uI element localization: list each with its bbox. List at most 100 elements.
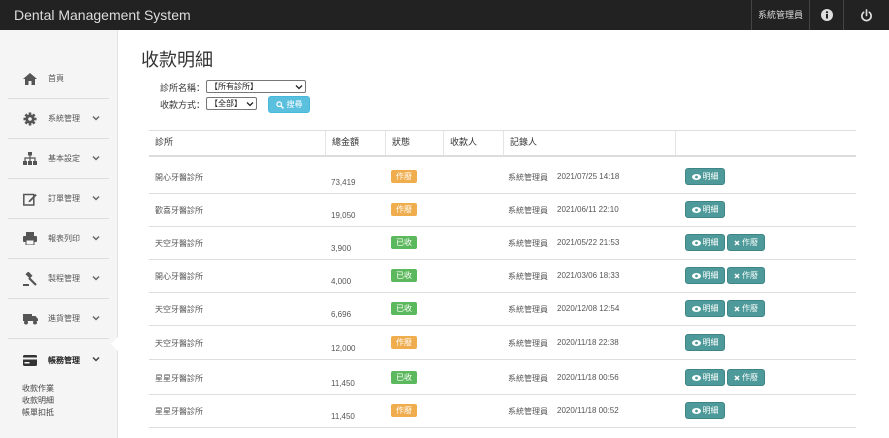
close-icon: [734, 374, 740, 381]
detail-button[interactable]: 明細: [685, 402, 725, 419]
sidebar: 首頁 系統管理 基本設定 訂單管理 報表列印 製程管理 進貨管理 帳務管理 收款…: [0, 30, 118, 438]
chevron-down-icon: [92, 235, 100, 241]
detail-button[interactable]: 明細: [685, 300, 725, 317]
void-button-label: 作廢: [742, 373, 758, 382]
home-icon: [22, 71, 38, 87]
sidebar-item-reports[interactable]: 報表列印: [8, 219, 109, 259]
sidebar-item-label: 基本設定: [48, 154, 80, 163]
status-badge: 作廢: [391, 170, 417, 183]
row-recorder: 系統管理員: [508, 407, 548, 416]
close-icon: [734, 239, 740, 246]
sidebar-item-label: 進貨管理: [48, 314, 80, 323]
detail-button[interactable]: 明細: [685, 334, 725, 351]
sidebar-item-label: 首頁: [48, 74, 64, 83]
chevron-down-icon: [92, 115, 100, 121]
void-button[interactable]: 作廢: [727, 369, 765, 386]
row-clinic: 星星牙醫診所: [155, 374, 203, 383]
table-row: 天空牙醫診所 3,900 已收 系統管理員 2021/05/22 21:53 明…: [149, 227, 856, 260]
chevron-down-icon: [246, 102, 254, 107]
void-button[interactable]: 作廢: [727, 267, 765, 284]
sidebar-item-process[interactable]: 製程管理: [8, 259, 109, 299]
row-recorder: 系統管理員: [508, 374, 548, 383]
column-header-clinic: 診所: [155, 137, 174, 147]
row-datetime: 2021/07/25 14:18: [557, 172, 620, 181]
row-recorder: 系統管理員: [508, 239, 548, 248]
edit-icon: [22, 191, 38, 207]
row-clinic: 天空牙醫診所: [155, 239, 203, 248]
row-datetime: 2020/11/18 22:38: [557, 338, 619, 347]
row-recorder: 系統管理員: [508, 173, 548, 182]
void-button[interactable]: 作廢: [727, 234, 765, 251]
chevron-down-icon: [295, 85, 303, 90]
row-datetime: 2021/05/22 21:53: [557, 238, 620, 247]
table-header: 診所 總金額 狀態 收款人 記錄人: [149, 130, 856, 157]
app-title[interactable]: Dental Management System: [14, 0, 191, 30]
column-header-status: 狀態: [385, 131, 439, 155]
detail-button[interactable]: 明細: [685, 267, 725, 284]
chevron-down-icon: [92, 356, 100, 362]
truck-icon: [22, 311, 38, 327]
sidebar-item-purchasing[interactable]: 進貨管理: [8, 299, 109, 339]
method-filter-label: 收款方式：: [160, 100, 206, 110]
status-badge: 已收: [391, 236, 417, 249]
eye-icon: [691, 272, 701, 279]
info-button[interactable]: [809, 0, 843, 30]
clinic-select-value: 【所有診所】: [210, 82, 258, 91]
payment-method-select[interactable]: 【全部】: [206, 97, 257, 110]
submenu-item-receipt-details[interactable]: 收款明細: [22, 395, 54, 407]
sidebar-item-home[interactable]: 首頁: [8, 59, 109, 99]
user-menu[interactable]: 系統管理員: [751, 0, 809, 30]
eye-icon: [691, 407, 701, 414]
eye-icon: [691, 374, 701, 381]
detail-button[interactable]: 明細: [685, 168, 725, 185]
detail-button[interactable]: 明細: [685, 201, 725, 218]
detail-button[interactable]: 明細: [685, 369, 725, 386]
sidebar-item-accounting[interactable]: 帳務管理: [8, 340, 109, 380]
submenu-item-bill-offset[interactable]: 帳單扣抵: [22, 407, 54, 419]
sitemap-icon: [22, 151, 38, 167]
clinic-filter-label: 診所名稱：: [160, 83, 206, 93]
status-badge: 已收: [391, 371, 417, 384]
search-button[interactable]: 搜尋: [268, 96, 310, 113]
row-clinic: 天空牙醫診所: [155, 305, 203, 314]
detail-button-label: 明細: [702, 205, 719, 214]
row-amount: 4,000: [331, 277, 352, 286]
detail-button-label: 明細: [702, 304, 719, 313]
row-amount: 12,000: [331, 344, 356, 353]
detail-button[interactable]: 明細: [685, 234, 725, 251]
row-recorder: 系統管理員: [508, 305, 548, 314]
sidebar-item-orders[interactable]: 訂單管理: [8, 179, 109, 219]
table-row: 開心牙醫診所 73,419 作廢 系統管理員 2021/07/25 14:18 …: [149, 161, 856, 194]
clinic-select[interactable]: 【所有診所】: [206, 80, 306, 93]
sidebar-item-system[interactable]: 系統管理: [8, 99, 109, 139]
row-clinic: 開心牙醫診所: [155, 173, 203, 182]
logout-button[interactable]: [843, 0, 889, 30]
close-icon: [734, 272, 740, 279]
row-recorder: 系統管理員: [508, 206, 548, 215]
printer-icon: [22, 231, 38, 247]
column-header-amount: 總金額: [325, 131, 381, 155]
void-button[interactable]: 作廢: [727, 300, 765, 317]
sidebar-item-basic-settings[interactable]: 基本設定: [8, 139, 109, 179]
row-datetime: 2020/11/18 00:56: [557, 373, 619, 382]
detail-button-label: 明細: [702, 406, 719, 415]
eye-icon: [691, 173, 701, 180]
table-row: 開心牙醫診所 4,000 已收 系統管理員 2021/03/06 18:33 明…: [149, 260, 856, 293]
search-button-label: 搜尋: [286, 100, 303, 109]
detail-button-label: 明細: [702, 271, 719, 280]
top-navbar: Dental Management System 系統管理員: [0, 0, 889, 30]
row-clinic: 開心牙醫診所: [155, 272, 203, 281]
chevron-down-icon: [92, 275, 100, 281]
row-clinic: 歡喜牙醫診所: [155, 206, 203, 215]
row-amount: 11,450: [331, 412, 355, 421]
row-datetime: 2021/06/11 22:10: [557, 205, 619, 214]
table-row: 星星牙醫診所 11,450 作廢 系統管理員 2020/11/18 00:52 …: [149, 395, 856, 428]
gear-icon: [22, 111, 38, 127]
sidebar-item-label: 系統管理: [48, 114, 80, 123]
status-badge: 作廢: [391, 336, 417, 349]
row-clinic: 星星牙醫診所: [155, 407, 203, 416]
eye-icon: [691, 305, 701, 312]
submenu-item-receipts[interactable]: 收款作業: [22, 383, 54, 395]
column-header-actions: [675, 131, 856, 155]
status-badge: 已收: [391, 302, 417, 315]
